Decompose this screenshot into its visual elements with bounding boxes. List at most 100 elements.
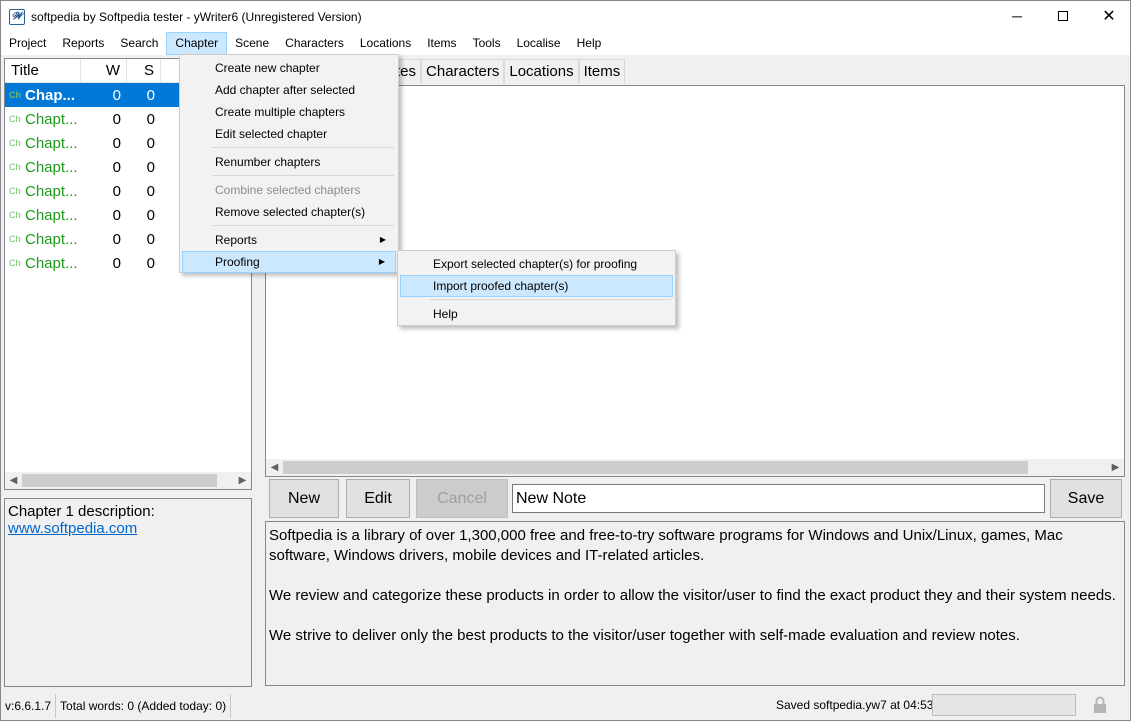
submenu-arrow-icon: ▶	[379, 235, 386, 244]
column-words[interactable]: W	[81, 59, 127, 82]
menu-chapter[interactable]: Chapter	[166, 32, 228, 55]
description-label: Chapter 1 description:	[8, 503, 155, 520]
tab-locations[interactable]: Locations	[504, 59, 579, 83]
note-paragraph: Softpedia is a library of over 1,300,000…	[269, 527, 1063, 564]
menu-edit-selected-chapter[interactable]: Edit selected chapter	[182, 123, 396, 145]
chapter-title: Chapt...	[25, 182, 78, 200]
chapter-words: 0	[112, 182, 121, 200]
chapter-title: Chapt...	[25, 110, 78, 128]
chapter-icon: Ch	[9, 234, 21, 244]
cancel-note-button[interactable]: Cancel	[416, 479, 508, 518]
chapter-icon: Ch	[9, 138, 21, 148]
minimize-button[interactable]: ─	[994, 1, 1040, 31]
status-bar: v:6.6.1.7 Total words: 0 (Added today: 0…	[1, 691, 1130, 720]
chapter-list-hscrollbar[interactable]: ◀ ▶	[5, 472, 251, 489]
scroll-thumb[interactable]	[283, 461, 1028, 474]
menu-tools[interactable]: Tools	[465, 32, 509, 55]
note-body-text[interactable]: Softpedia is a library of over 1,300,000…	[265, 521, 1125, 686]
menu-reports-submenu[interactable]: Reports ▶	[182, 229, 396, 251]
menu-remove-chapters[interactable]: Remove selected chapter(s)	[182, 201, 396, 223]
menu-export-for-proofing[interactable]: Export selected chapter(s) for proofing	[400, 253, 673, 275]
note-paragraph: We strive to deliver only the best produ…	[269, 627, 1020, 644]
menu-characters[interactable]: Characters	[277, 32, 352, 55]
column-title[interactable]: Title	[5, 59, 81, 82]
chapter-icon: Ch	[9, 90, 21, 100]
chapter-scenes: 0	[146, 230, 155, 248]
save-note-button[interactable]: Save	[1050, 479, 1122, 518]
scroll-thumb[interactable]	[22, 474, 217, 487]
menu-items[interactable]: Items	[419, 32, 464, 55]
close-button[interactable]: ✕	[1086, 1, 1131, 31]
status-word-count: Total words: 0 (Added today: 0)	[56, 693, 232, 718]
new-note-button[interactable]: New	[269, 479, 339, 518]
status-saved: Saved softpedia.yw7 at 04:53	[776, 698, 934, 712]
scroll-right-icon[interactable]: ▶	[1107, 462, 1124, 473]
chapter-icon: Ch	[9, 114, 21, 124]
menu-create-multiple-chapters[interactable]: Create multiple chapters	[182, 101, 396, 123]
app-window: 𝓦 softpedia by Softpedia tester - yWrite…	[0, 0, 1131, 721]
window-title: softpedia by Softpedia tester - yWriter6…	[31, 9, 362, 24]
note-paragraph: We review and categorize these products …	[269, 587, 1116, 604]
maximize-button[interactable]	[1040, 1, 1086, 31]
column-scenes[interactable]: S	[127, 59, 161, 82]
chapter-scenes: 0	[146, 86, 155, 104]
tab-characters[interactable]: Characters	[421, 59, 505, 83]
menu-localise[interactable]: Localise	[509, 32, 569, 55]
description-link[interactable]: www.softpedia.com	[8, 520, 248, 537]
menu-combine-chapters: Combine selected chapters	[215, 183, 361, 197]
menu-separator	[430, 299, 671, 300]
close-icon: ✕	[1102, 8, 1116, 25]
note-title-input[interactable]: New Note	[512, 484, 1045, 513]
chapter-scenes: 0	[146, 206, 155, 224]
chapter-title: Chapt...	[25, 134, 78, 152]
chapter-icon: Ch	[9, 186, 21, 196]
chapter-words: 0	[112, 110, 121, 128]
tab-items[interactable]: Items	[578, 59, 626, 83]
title-bar: 𝓦 softpedia by Softpedia tester - yWrite…	[1, 1, 1130, 32]
chapter-scenes: 0	[146, 110, 155, 128]
chapter-scenes: 0	[146, 182, 155, 200]
menu-separator	[212, 225, 394, 226]
menu-import-proofed-chapters[interactable]: Import proofed chapter(s)	[400, 275, 673, 297]
menu-create-new-chapter[interactable]: Create new chapter	[182, 57, 396, 79]
notes-hscrollbar[interactable]: ◀ ▶	[266, 459, 1124, 476]
chapter-words: 0	[112, 158, 121, 176]
chapter-words: 0	[112, 254, 121, 272]
chapter-words: 0	[112, 230, 121, 248]
scroll-left-icon[interactable]: ◀	[266, 462, 283, 473]
menu-proofing-submenu[interactable]: Proofing ▶	[182, 251, 396, 273]
menu-scene[interactable]: Scene	[227, 32, 277, 55]
submenu-arrow-icon: ▶	[378, 257, 385, 266]
menu-separator	[212, 175, 394, 176]
menu-add-chapter-after[interactable]: Add chapter after selected	[182, 79, 396, 101]
maximize-icon	[1058, 11, 1068, 21]
chapter-words: 0	[112, 134, 121, 152]
menu-search[interactable]: Search	[112, 32, 166, 55]
chapter-icon: Ch	[9, 162, 21, 172]
minimize-icon: ─	[1012, 8, 1022, 24]
status-version: v:6.6.1.7	[1, 693, 57, 718]
chapter-scenes: 0	[146, 134, 155, 152]
menu-proofing-help[interactable]: Help	[400, 303, 673, 325]
chapter-title: Chapt...	[25, 206, 78, 224]
chapter-title: Chap...	[25, 86, 76, 104]
edit-note-button[interactable]: Edit	[346, 479, 410, 518]
menu-reports[interactable]: Reports	[54, 32, 112, 55]
menu-separator	[212, 147, 394, 148]
menu-project[interactable]: Project	[1, 32, 54, 55]
chapter-scenes: 0	[146, 158, 155, 176]
proofing-submenu: Export selected chapter(s) for proofing …	[397, 250, 676, 326]
menu-locations[interactable]: Locations	[352, 32, 419, 55]
chapter-menu-dropdown: Create new chapter Add chapter after sel…	[179, 54, 399, 273]
status-progress-bar	[932, 694, 1076, 716]
chapter-icon: Ch	[9, 210, 21, 220]
menu-help[interactable]: Help	[569, 32, 610, 55]
chapter-words: 0	[112, 86, 121, 104]
chapter-title: Chapt...	[25, 230, 78, 248]
lock-icon	[1093, 696, 1109, 714]
menu-renumber-chapters[interactable]: Renumber chapters	[182, 151, 396, 173]
scroll-left-icon[interactable]: ◀	[5, 475, 22, 486]
chapter-description-panel[interactable]: Chapter 1 description: www.softpedia.com	[4, 498, 252, 687]
scroll-right-icon[interactable]: ▶	[234, 475, 251, 486]
chapter-icon: Ch	[9, 258, 21, 268]
